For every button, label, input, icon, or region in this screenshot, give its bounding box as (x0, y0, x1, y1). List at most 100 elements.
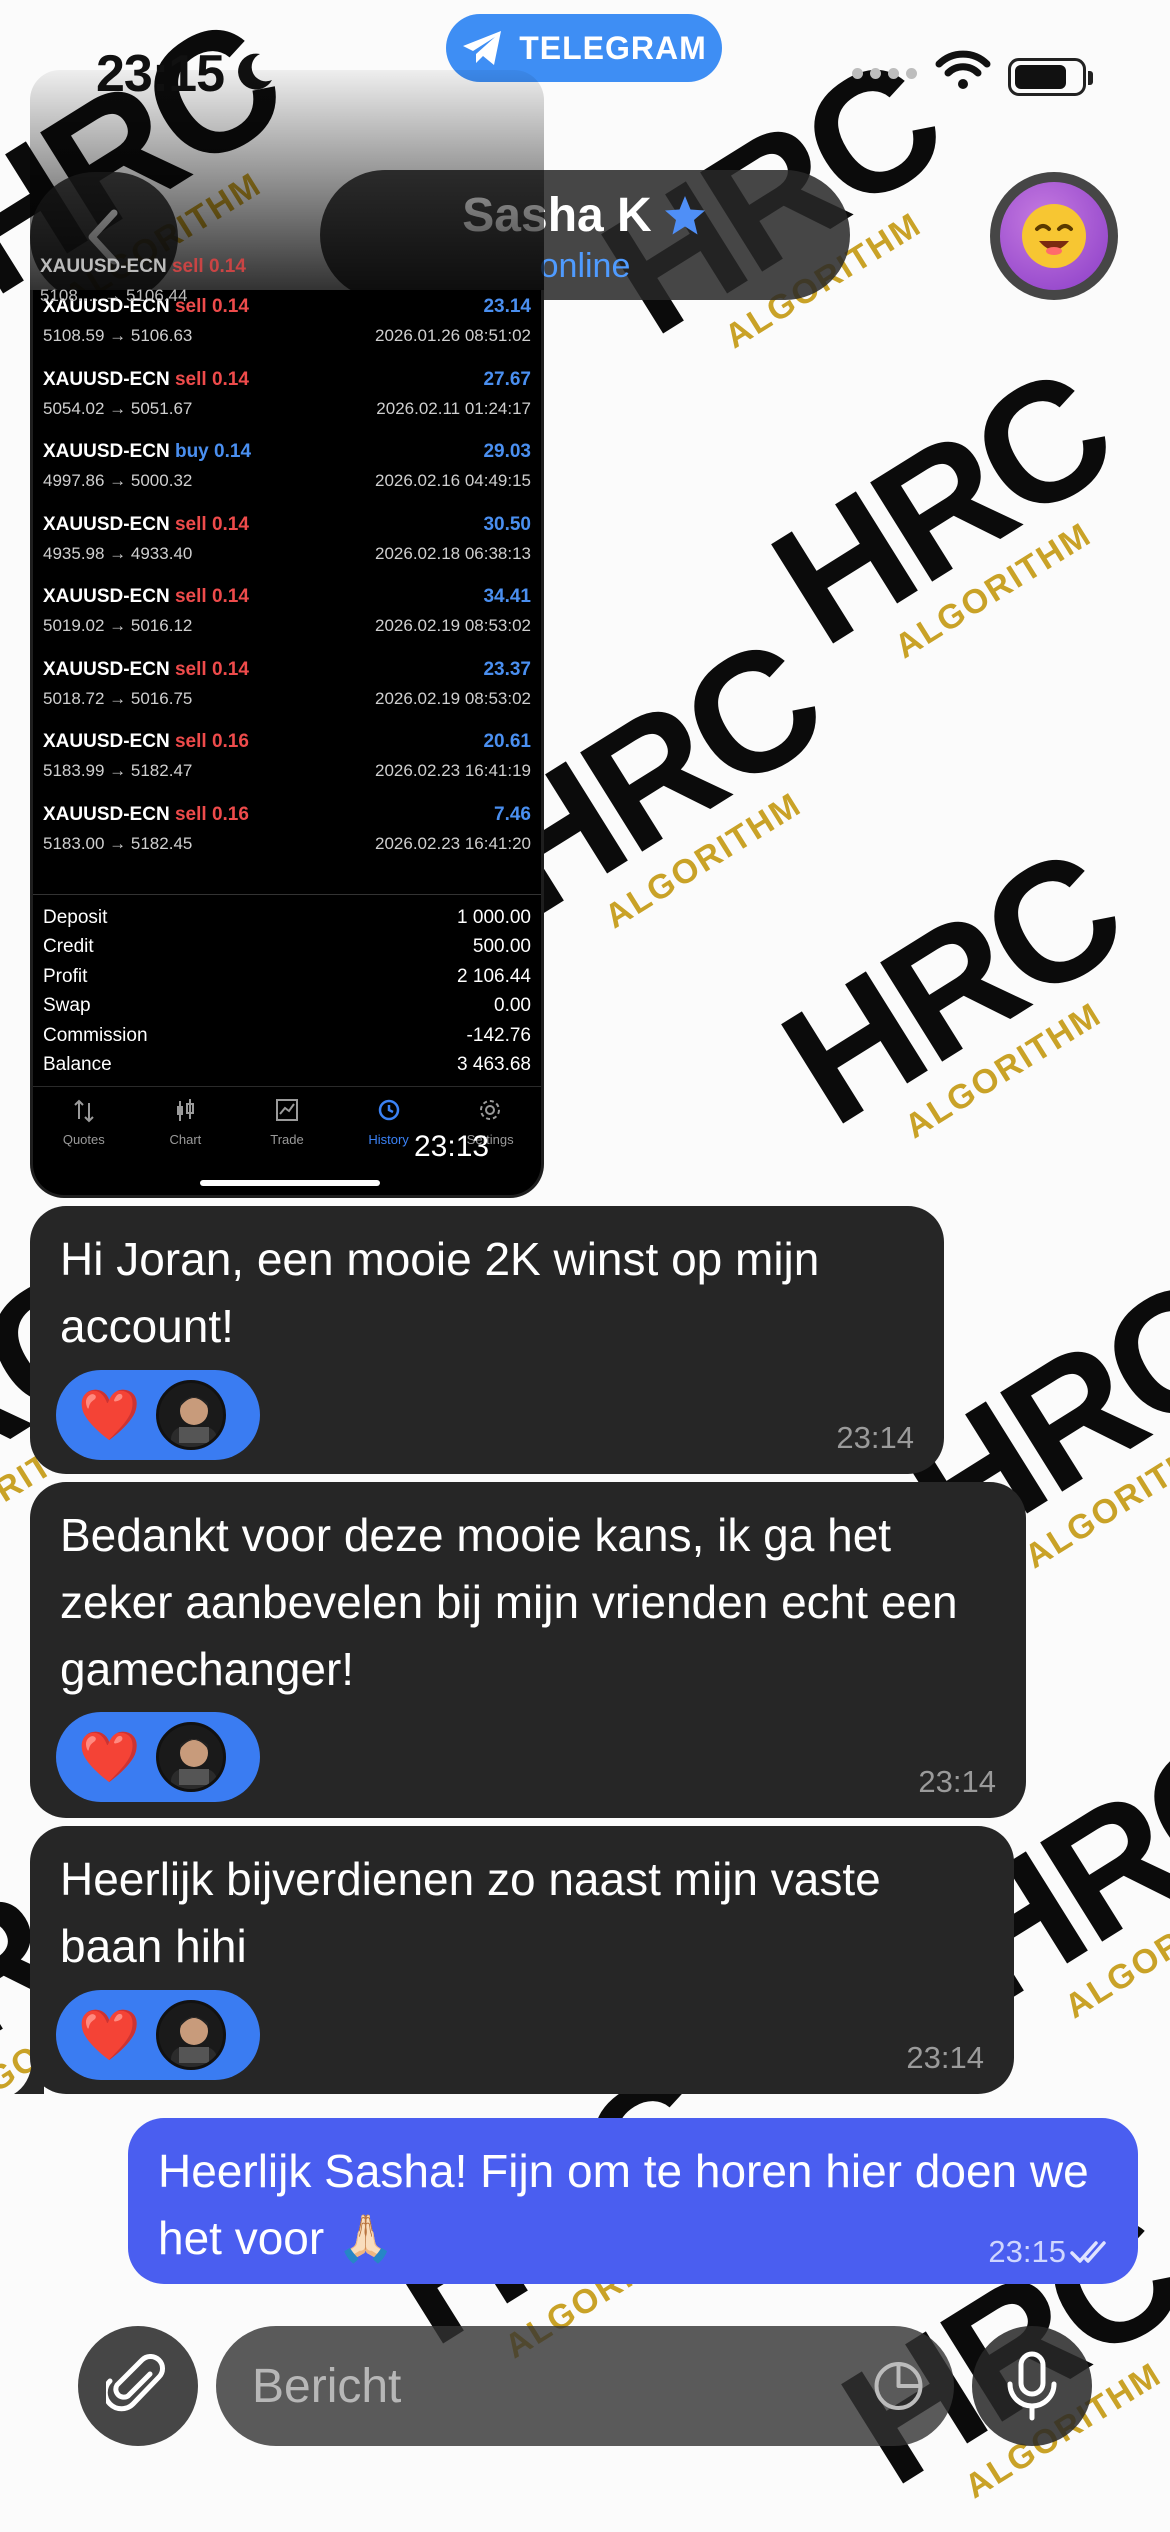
trade-date: 2026.02.19 08:53:02 (375, 616, 531, 635)
heart-reaction-icon: ❤️ (78, 2006, 141, 2063)
message-time: 23:14 (836, 1420, 914, 1455)
summary-label: Commission (43, 1024, 148, 1046)
mt5-tab-label: Trade (270, 1132, 304, 1147)
battery-icon (1008, 58, 1093, 96)
summary-label: Profit (43, 965, 88, 987)
trade-prices: 5018.72 → 5016.75 (43, 688, 193, 708)
message-time: 23:14 (918, 1764, 996, 1799)
trade-symbol: XAUUSD-ECN sell 0.14 (43, 368, 249, 390)
trade-profit: 23.14 (483, 296, 531, 317)
trade-profit: 30.50 (483, 513, 531, 535)
trade-row-partial: XAUUSD-ECN sell 0.14 (40, 256, 246, 277)
trade-row: XAUUSD-ECN sell 0.16 20.61 5183.99 → 5182.… (33, 721, 541, 794)
trade-row: XAUUSD-ECN sell 0.16 7.46 5183.00 → 5182.4… (33, 794, 541, 867)
summary-label: Deposit (43, 906, 108, 928)
trade-prices: 4997.86 → 5000.32 (43, 471, 193, 490)
reaction-pill[interactable]: ❤️ (56, 1370, 260, 1460)
trade-profit: 29.03 (483, 441, 531, 462)
trade-date: 2026.01.26 08:51:02 (375, 326, 531, 345)
trade-symbol: XAUUSD-ECN sell 0.14 (43, 658, 249, 680)
reactor-avatar (156, 2000, 227, 2070)
trade-row: XAUUSD-ECN sell 0.14 27.67 5054.02 → 5051.… (33, 359, 541, 432)
trade-date: 2026.02.16 04:49:15 (375, 471, 531, 490)
message-text: Heerlijk bijverdienen zo naast mijn vast… (60, 1853, 881, 1972)
trade-prices: 4935.98 → 4933.40 (43, 543, 193, 563)
verified-star-icon (664, 195, 705, 234)
message-time: 23:13 (414, 1130, 490, 1163)
image-message-top (30, 70, 544, 320)
summary-row: Commission -142.76 (43, 1021, 531, 1051)
trade-profit: 7.46 (494, 803, 531, 825)
contact-avatar[interactable] (990, 172, 1118, 300)
trade-date: 2026.02.18 06:38:13 (375, 543, 531, 563)
trade-row: XAUUSD-ECN sell 0.14 23.37 5018.72 → 5016.… (33, 649, 541, 722)
microphone-icon (1007, 2351, 1057, 2421)
trade-symbol: XAUUSD-ECN sell 0.14 (43, 513, 249, 535)
heart-reaction-icon: ❤️ (78, 1728, 141, 1785)
mt5-tab-label: Quotes (62, 1132, 105, 1147)
trade-prices: 5019.02 → 5016.12 (43, 616, 193, 635)
trade-profit: 34.41 (483, 586, 531, 607)
trade-history-list: XAUUSD-ECN sell 0.14 23.14 5108.59 → 5106.… (33, 290, 541, 866)
summary-label: Balance (43, 1054, 112, 1076)
summary-label: Credit (43, 936, 94, 958)
summary-label: Swap (43, 995, 91, 1017)
trade-date: 2026.02.23 16:41:20 (375, 833, 531, 853)
outgoing-message[interactable]: Heerlijk Sasha! Fijn om te horen hier do… (128, 2118, 1138, 2284)
trade-row-partial-prices: 5108.… → 5106.44 (40, 286, 188, 305)
trade-date: 2026.02.11 01:24:17 (376, 398, 531, 418)
history-tab-icon (378, 1099, 399, 1121)
trade-symbol: XAUUSD-ECN buy 0.14 (43, 441, 252, 462)
paperclip-icon (106, 2354, 165, 2412)
summary-value: 500.00 (472, 936, 531, 958)
incoming-message[interactable]: Hi Joran, een mooie 2K winst op mijn acc… (30, 1206, 944, 1474)
trade-tab-icon (275, 1099, 298, 1121)
reactor-avatar (156, 1380, 227, 1450)
summary-row: Swap 0.00 (43, 992, 531, 1022)
reaction-pill[interactable]: ❤️ (56, 1990, 260, 2080)
trade-row: XAUUSD-ECN sell 0.14 34.41 5019.02 → 5016.… (33, 576, 541, 649)
trade-row: XAUUSD-ECN sell 0.14 30.50 4935.98 → 4933.… (33, 504, 541, 577)
reactor-avatar (156, 1722, 227, 1792)
cellular-signal-icon (852, 68, 917, 79)
quotes-tab-icon (74, 1099, 94, 1123)
reaction-pill[interactable]: ❤️ (56, 1712, 260, 1802)
summary-value: 2 106.44 (457, 965, 531, 987)
voice-message-button[interactable] (972, 2326, 1092, 2446)
summary-value: 3 463.68 (457, 1054, 531, 1076)
home-indicator (200, 1180, 380, 1186)
trade-symbol: XAUUSD-ECN sell 0.16 (43, 803, 249, 825)
trade-date: 2026.02.19 08:53:02 (375, 688, 531, 708)
heart-reaction-icon: ❤️ (78, 1386, 141, 1443)
message-text: Bedankt voor deze mooie kans, ik ga het … (60, 1509, 958, 1695)
incoming-message[interactable]: Heerlijk bijverdienen zo naast mijn vast… (30, 1826, 1014, 2094)
message-time: 23:14 (906, 2040, 984, 2075)
summary-value: 0.00 (494, 995, 531, 1017)
trade-prices: 5183.99 → 5182.47 (43, 761, 193, 780)
account-summary: Deposit 1 000.00 Credit 500.00 Profit 2 106.4… (33, 894, 541, 1080)
message-input-field[interactable] (216, 2326, 954, 2446)
mt5-tab-quotes: Quotes (33, 1087, 135, 1156)
trade-profit: 20.61 (483, 731, 531, 752)
message-text: Heerlijk Sasha! Fijn om te horen hier do… (158, 2145, 1089, 2264)
summary-row: Credit 500.00 (43, 933, 531, 963)
mt5-tab-label: Chart (169, 1132, 202, 1147)
avatar (1000, 182, 1108, 290)
message-time: 23:15 (988, 2234, 1066, 2269)
bubble-tail (14, 2062, 44, 2094)
settings-tab-icon (480, 1100, 501, 1120)
summary-row: Profit 2 106.44 (43, 962, 531, 992)
message-text: Hi Joran, een mooie 2K winst op mijn acc… (60, 1233, 820, 1352)
message-input[interactable] (252, 2358, 873, 2414)
telegram-badge-label: TELEGRAM (519, 29, 707, 66)
trade-prices: 5054.02 → 5051.67 (43, 398, 193, 418)
attach-button[interactable] (78, 2326, 198, 2446)
trade-date: 2026.02.23 16:41:19 (375, 761, 531, 780)
incoming-message[interactable]: Bedankt voor deze mooie kans, ik ga het … (30, 1482, 1026, 1818)
mt5-tab-chart: Chart (135, 1087, 237, 1156)
trade-profit: 27.67 (483, 368, 531, 390)
sticker-icon[interactable] (873, 2357, 924, 2415)
trade-symbol: XAUUSD-ECN sell 0.14 (43, 586, 249, 607)
telegram-plane-icon (463, 31, 502, 65)
image-message[interactable]: XAUUSD-ECN sell 0.14 23.14 5108.59 → 5106.… (30, 290, 544, 1198)
